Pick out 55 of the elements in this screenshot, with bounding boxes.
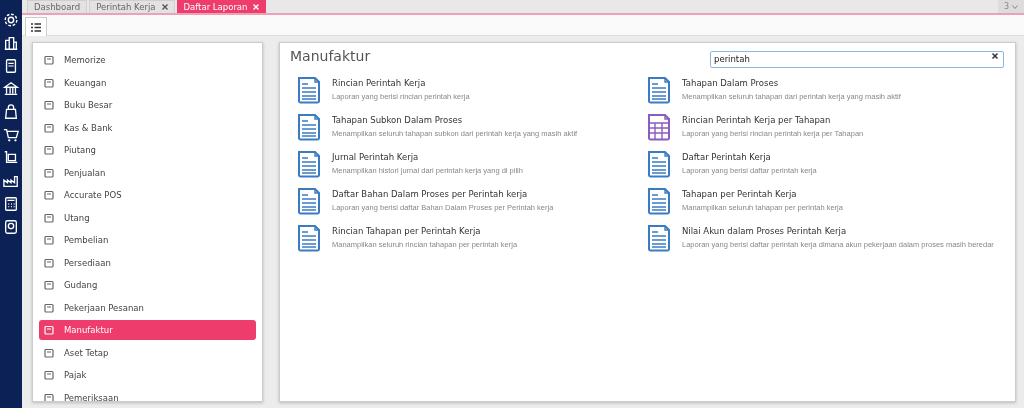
bag-icon[interactable] [3,104,19,120]
report-link[interactable]: Tahapan Subkon Dalam Proses [332,115,578,125]
document-icon [646,150,672,178]
sidebar-item[interactable]: Pekerjaan Pesanan [39,297,256,318]
sidebar-item[interactable]: Utang [39,207,256,228]
bank-icon[interactable] [3,81,19,97]
sidebar-item[interactable]: Gudang [39,275,256,295]
sidebar-item[interactable]: Pembelian [39,230,256,250]
sidebar-item[interactable]: Piutang [39,140,256,160]
report-link[interactable]: Daftar Perintah Kerja [682,152,817,162]
sidebar-item[interactable]: Buku Besar [39,95,256,115]
cart-icon[interactable] [3,127,19,143]
document-icon [296,76,322,104]
report-link[interactable]: Daftar Bahan Dalam Proses per Perintah kerja [332,189,554,199]
sidebar-item[interactable]: Aset Tetap [39,342,256,363]
table-icon [646,113,672,141]
sidebar-item[interactable]: Penjualan [39,162,256,183]
tab[interactable]: Daftar Laporan [176,0,267,13]
document-icon [296,224,322,252]
report-link[interactable]: Rincian Tahapan per Perintah Kerja [332,226,518,236]
list-icon [31,22,41,32]
report-link[interactable]: Rincian Perintah Kerja per Tahapan [682,115,864,125]
report-link[interactable]: Nilai Akun dalam Proses Perintah Kerja [682,226,994,236]
book-icon[interactable] [3,58,19,74]
report-link[interactable]: Tahapan Dalam Proses [682,78,901,88]
clear-icon[interactable] [992,52,998,59]
search-field[interactable]: perintah [710,50,1004,68]
badge-icon[interactable] [3,219,19,235]
document-icon [296,150,322,178]
document-icon [296,113,322,141]
sidebar-item[interactable]: Persediaan [39,252,256,273]
gear-icon[interactable] [3,12,19,28]
report-link[interactable]: Jurnal Perintah Kerja [332,152,523,162]
section-title: Manufaktur [290,47,371,64]
document-icon [646,76,672,104]
sidebar-item[interactable]: Manufaktur [39,320,256,340]
list-tab[interactable] [25,17,47,36]
close-icon[interactable] [161,4,168,10]
document-icon [646,187,672,215]
document-icon [296,187,322,215]
building-icon[interactable] [3,35,19,51]
sidebar-item[interactable]: Kas & Bank [39,117,256,138]
tab[interactable]: Dashboard [27,0,88,13]
factory-icon[interactable] [3,173,19,189]
sidebar-item[interactable]: Pajak [39,365,256,385]
sidebar-item[interactable]: Keuangan [39,72,256,93]
report-link[interactable]: Rincian Perintah Kerja [332,78,470,88]
report-link[interactable]: Tahapan per Perintah Kerja [682,189,843,199]
sidebar-item[interactable]: Memorize [39,50,256,70]
calculator-icon[interactable] [3,196,19,212]
tab[interactable]: Perintah Kerja [89,0,175,13]
sidebar-item[interactable]: Accurate POS [39,185,256,205]
sidebar-item[interactable]: Pemeriksaan [39,387,256,401]
document-icon [646,224,672,252]
chevron-icon [1012,4,1018,9]
